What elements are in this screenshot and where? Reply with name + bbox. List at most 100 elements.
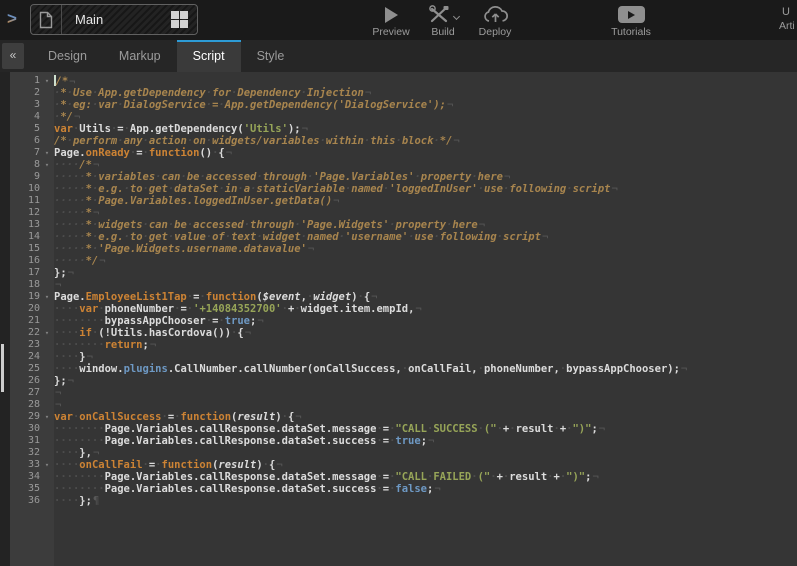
fold-marker-icon[interactable]: ▾ [40, 411, 54, 423]
tab-style[interactable]: Style [241, 40, 301, 72]
fold-marker-icon[interactable]: ▾ [40, 327, 54, 339]
preview-label: Preview [372, 26, 409, 38]
toolbar-right-clipped-button[interactable]: U Arti [779, 6, 797, 32]
code-line: 34 ········Page.Variables.callResponse.da… [10, 471, 797, 483]
tutorials-button[interactable]: Tutorials [608, 4, 654, 38]
code-line-text: ····window.plugins.CallNumber.callNumber… [54, 363, 687, 375]
code-line: 2·*·Use·App.getDependency·for·Dependency… [10, 87, 797, 99]
code-line: 35········Page.Variables.callResponse.da… [10, 483, 797, 495]
code-line-text: /*¬ [54, 75, 75, 87]
script-code-editor[interactable]: 1▾/*¬2·*·Use·App.getDependency·for·Depen… [10, 72, 797, 566]
fold-marker-icon[interactable]: ▾ [40, 159, 54, 171]
code-line: 25 ····window.plugins.CallNumber.callNumb… [10, 363, 797, 375]
fold-marker-icon[interactable]: ▾ [40, 147, 54, 159]
code-line: 8▾····/*¬ [10, 159, 797, 171]
code-line: 7▾Page.onReady·=·function()·{¬ [10, 147, 797, 159]
deploy-button[interactable]: Deploy [472, 4, 518, 38]
tab-script[interactable]: Script [177, 40, 241, 72]
eol-marker: ¬ [308, 243, 314, 255]
fold-gutter [40, 387, 54, 399]
line-number: 23 [10, 339, 40, 351]
code-line-text: ········return;¬ [54, 339, 156, 351]
deploy-label: Deploy [479, 26, 512, 38]
fold-marker-icon[interactable]: ▾ [40, 75, 54, 87]
code-line: 18¬ [10, 279, 797, 291]
eol-marker: ¬ [599, 423, 605, 435]
code-line-text: ········Page.Variables.callResponse.data… [54, 471, 599, 483]
eol-marker: ¬ [428, 435, 434, 447]
collapse-sidebar-button[interactable]: « [2, 43, 24, 69]
line-number: 8 [10, 159, 40, 171]
line-number: 13 [10, 219, 40, 231]
line-number: 25 [10, 363, 40, 375]
eol-marker: ¬ [55, 399, 61, 411]
fold-gutter [40, 423, 54, 435]
fold-gutter [40, 471, 54, 483]
code-line: 4·*/¬ [10, 111, 797, 123]
fold-gutter [40, 87, 54, 99]
line-number: 28 [10, 399, 40, 411]
line-number: 24 [10, 351, 40, 363]
fold-marker-icon[interactable]: ▾ [40, 459, 54, 471]
code-line: 28 ¬ [10, 399, 797, 411]
line-number: 16 [10, 255, 40, 267]
tab-markup[interactable]: Markup [103, 40, 177, 72]
eol-marker: ¶ [93, 495, 99, 507]
code-line-text: ·····*·variables·can·be·accessed·through… [54, 171, 510, 183]
eol-marker: ¬ [69, 76, 75, 88]
code-line-text: ········Page.Variables.callResponse.data… [54, 423, 605, 435]
build-dropdown-chevron-icon[interactable] [452, 13, 459, 20]
code-line: 5var·Utils·=·App.getDependency('Utils');… [10, 123, 797, 135]
code-line: 32····},¬ [10, 447, 797, 459]
line-number: 31 [10, 435, 40, 447]
fold-marker-icon[interactable]: ▾ [40, 291, 54, 303]
fold-gutter [40, 303, 54, 315]
line-number: 34 [10, 471, 40, 483]
line-number: 36 [10, 495, 40, 507]
code-line: 31 ········Page.Variables.callResponse.da… [10, 435, 797, 447]
page-selector-label: Main [75, 12, 171, 27]
left-panel-scrollbar[interactable] [1, 344, 4, 392]
preview-button[interactable]: Preview [368, 4, 414, 38]
build-button[interactable]: Build [420, 4, 466, 38]
eol-marker: ¬ [150, 339, 156, 351]
line-number: 15 [10, 243, 40, 255]
page-selector-dropdown[interactable]: Main [30, 4, 198, 35]
expand-panel-icon[interactable]: > [7, 9, 17, 29]
code-line-text: ····};¶ [54, 495, 99, 507]
line-number: 12 [10, 207, 40, 219]
wavemaker-studio-window: { "colors": { "accent_tab": "#2d9bd6", "… [0, 0, 797, 566]
eol-marker: ¬ [74, 111, 80, 123]
code-line-text: };¬ [54, 375, 74, 387]
code-line-text: ········bypassAppChooser·=·true;¬ [54, 315, 264, 327]
code-line-text: ····onCallFail·=·function(result)·{¬ [54, 459, 283, 471]
grid-view-icon[interactable] [171, 11, 188, 28]
code-line-text: ·····*·e.g.·to·get·value·of·text·widget·… [54, 231, 548, 243]
code-line: 6/*·perform·any·action·on·widgets/variab… [10, 135, 797, 147]
code-line-text: /*·perform·any·action·on·widgets/variabl… [54, 135, 460, 147]
fold-gutter [40, 183, 54, 195]
code-line-text: ····},¬ [54, 447, 99, 459]
fold-gutter [40, 195, 54, 207]
eol-marker: ¬ [68, 267, 74, 279]
tutorials-video-icon [618, 6, 645, 23]
line-number: 29 [10, 411, 40, 423]
line-number: 9 [10, 171, 40, 183]
code-line-text: ········Page.Variables.callResponse.data… [54, 435, 434, 447]
eol-marker: ¬ [245, 327, 251, 339]
page-file-icon [31, 5, 62, 34]
collapsed-left-panel[interactable] [0, 72, 10, 566]
code-line-text: ¬ [54, 399, 61, 411]
deploy-cloud-icon [482, 5, 509, 25]
line-number: 33 [10, 459, 40, 471]
eol-marker: ¬ [276, 459, 282, 471]
code-line-text: ·····*·Page.Variables.loggedInUser.getDa… [54, 195, 340, 207]
code-line: 12·····*¬ [10, 207, 797, 219]
eol-marker: ¬ [99, 255, 105, 267]
code-line: 24····}¬ [10, 351, 797, 363]
code-line: 16·····*/¬ [10, 255, 797, 267]
code-line: 10·····*·e.g.·to·get·dataSet·in·a·static… [10, 183, 797, 195]
code-line: 15·····*·'Page.Widgets.username.datavalu… [10, 243, 797, 255]
tab-design[interactable]: Design [32, 40, 103, 72]
eol-marker: ¬ [93, 207, 99, 219]
